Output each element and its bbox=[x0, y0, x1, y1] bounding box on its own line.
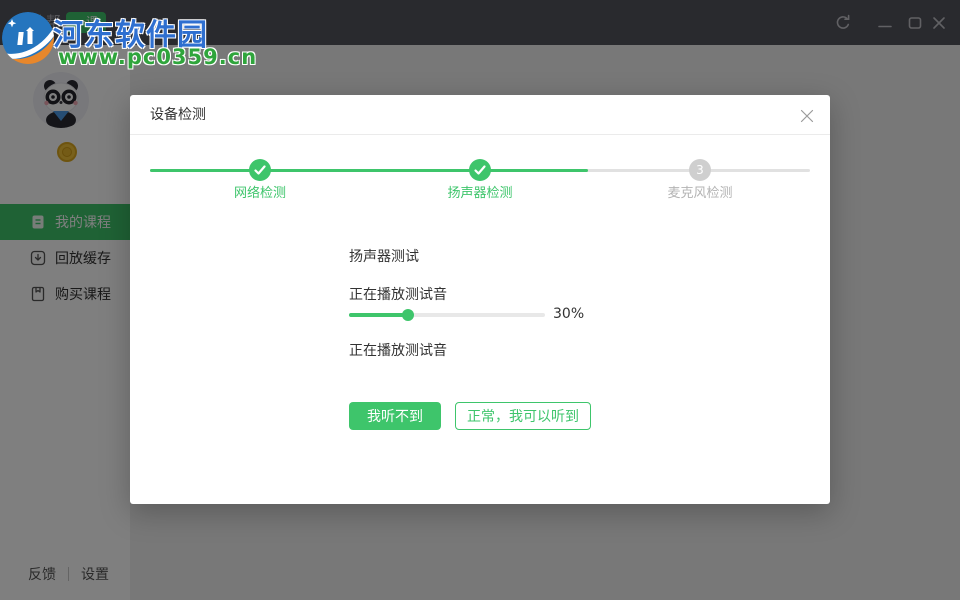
playing-status-text-2: 正在播放测试音 bbox=[349, 340, 447, 360]
speaker-test-title: 扬声器测试 bbox=[349, 246, 419, 266]
volume-slider[interactable] bbox=[349, 313, 545, 317]
volume-fill bbox=[349, 313, 408, 317]
step-label-network: 网络检测 bbox=[190, 182, 330, 201]
app-window: 作业帮 一课 bbox=[0, 0, 960, 600]
close-dialog-icon[interactable] bbox=[794, 103, 820, 129]
stepper-progress bbox=[150, 169, 588, 172]
step-network-check-icon bbox=[249, 159, 271, 181]
cant-hear-button[interactable]: 我听不到 bbox=[349, 402, 441, 430]
dialog-title: 设备检测 bbox=[150, 95, 206, 135]
step-label-speaker: 扬声器检测 bbox=[410, 182, 550, 201]
playing-status-text-1: 正在播放测试音 bbox=[349, 284, 447, 304]
device-check-dialog: 设备检测 3 网络检测 扬声器检测 麦克风检测 扬声器测试 正在播放测试音 30… bbox=[130, 95, 830, 504]
dialog-header: 设备检测 bbox=[130, 95, 830, 135]
pc0359-logo-icon bbox=[0, 10, 56, 66]
volume-percent: 30% bbox=[553, 306, 584, 322]
step-mic-check-number: 3 bbox=[689, 159, 711, 181]
volume-thumb[interactable] bbox=[402, 309, 414, 321]
step-speaker-check-icon bbox=[469, 159, 491, 181]
can-hear-button[interactable]: 正常，我可以听到 bbox=[455, 402, 591, 430]
step-label-microphone: 麦克风检测 bbox=[630, 182, 770, 201]
watermark-site-url: www.pc0359.cn bbox=[58, 45, 257, 69]
